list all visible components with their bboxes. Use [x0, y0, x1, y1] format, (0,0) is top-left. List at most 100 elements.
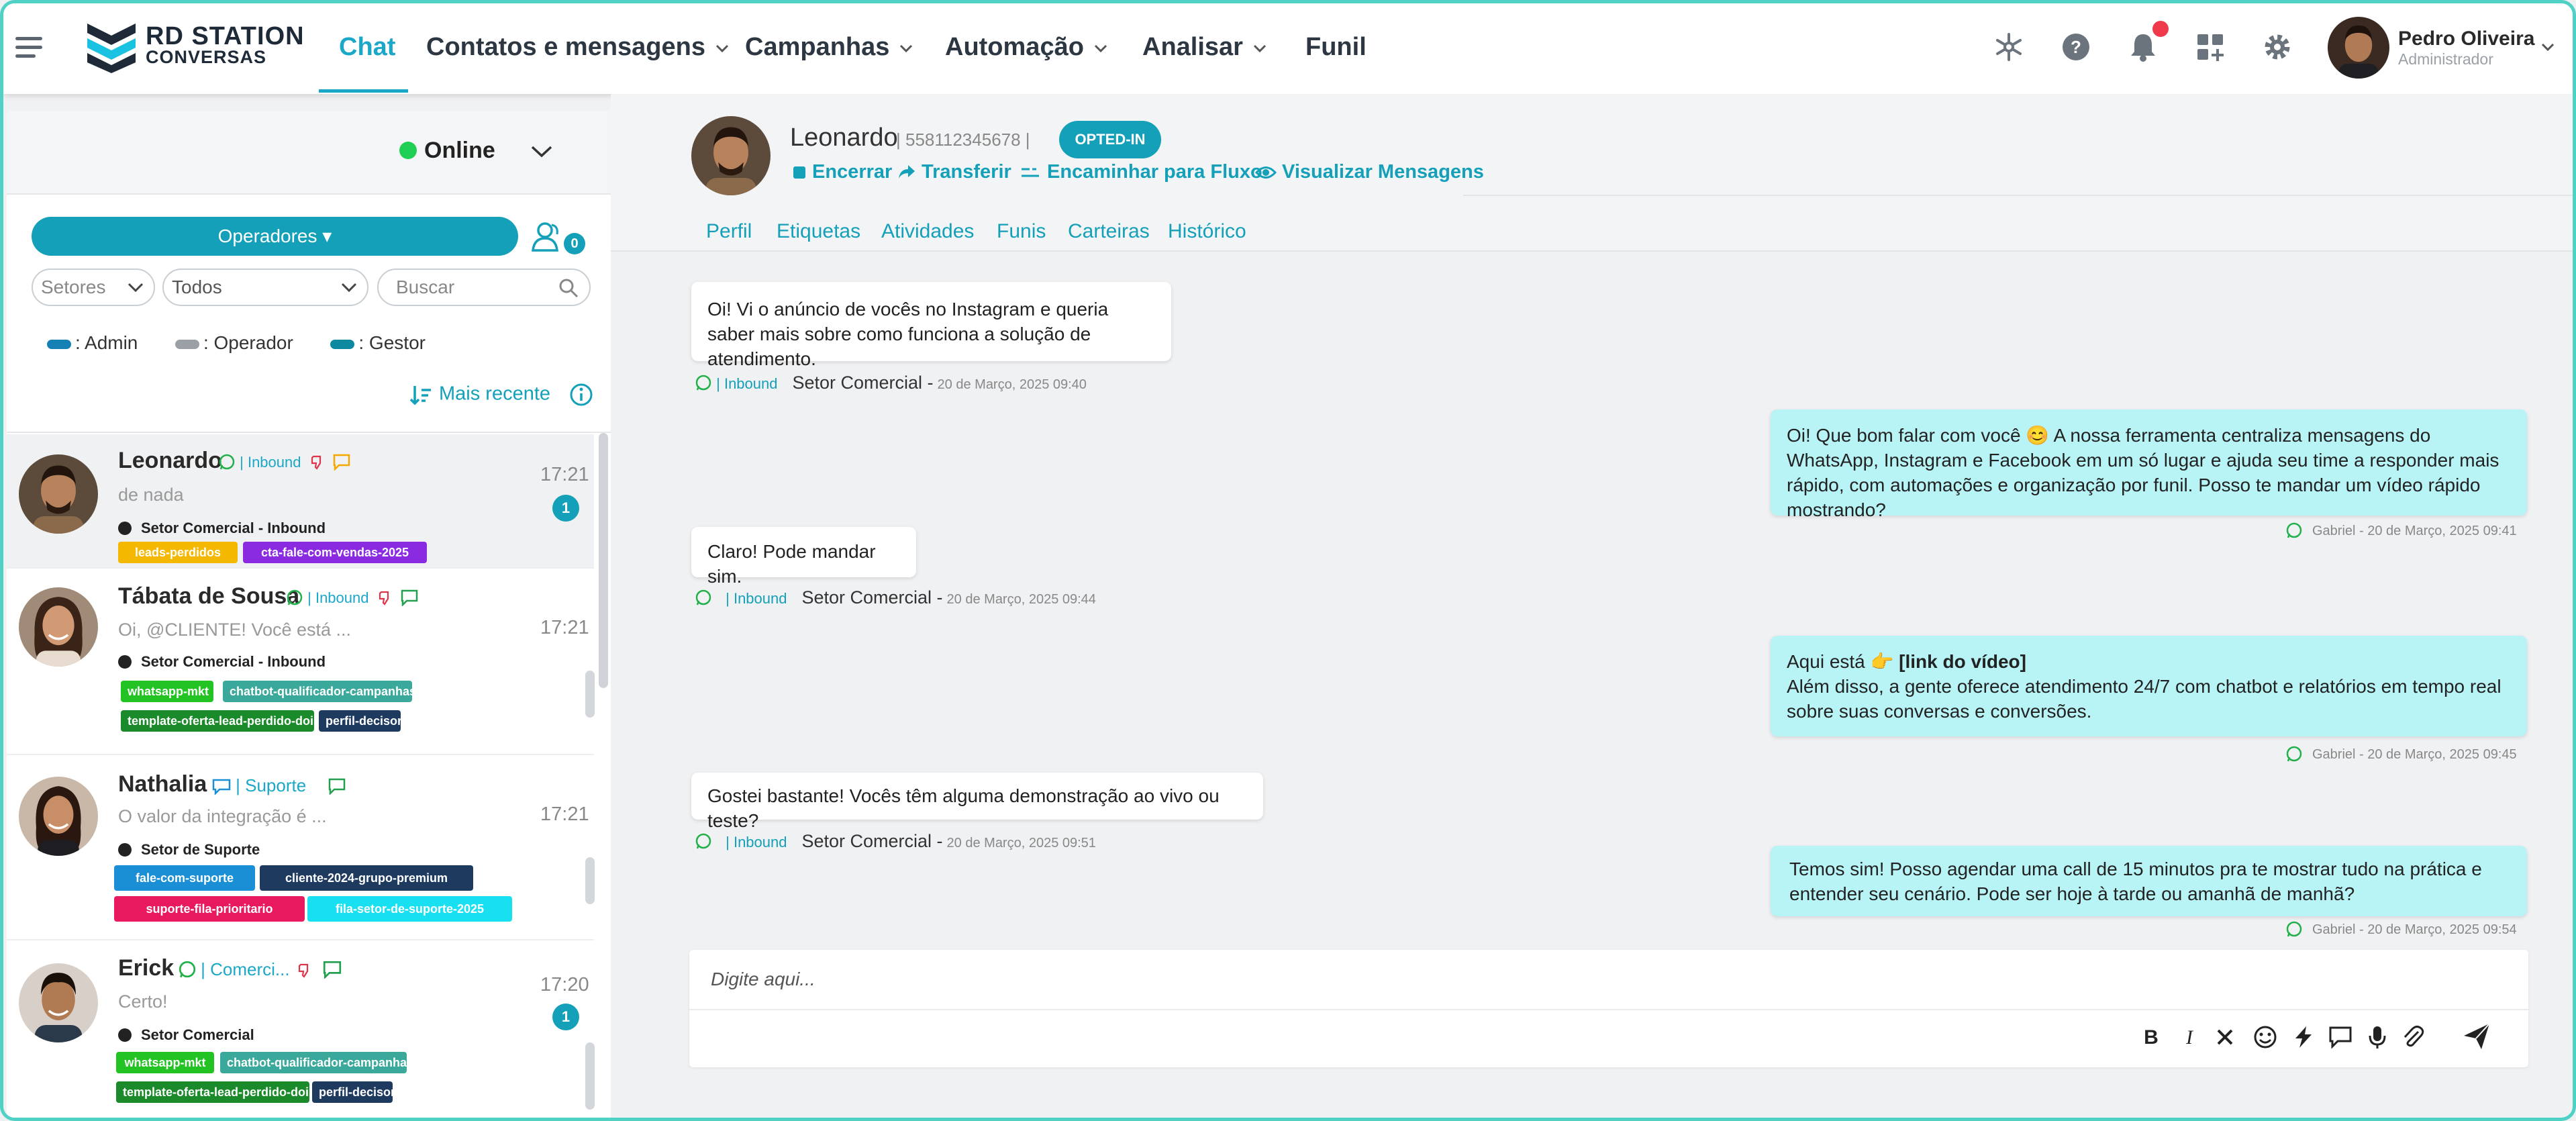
strikethrough-icon[interactable] [2212, 1024, 2238, 1051]
bell-icon[interactable] [2126, 30, 2160, 64]
info-icon[interactable] [569, 383, 593, 407]
comment-icon[interactable] [2327, 1024, 2354, 1051]
view-messages-button[interactable]: Visualizar Mensagens [1255, 161, 1484, 183]
nav-campanhas[interactable]: Campanhas [745, 32, 913, 62]
contact-name: Erick [118, 955, 175, 981]
tab-atividades[interactable]: Atividades [881, 220, 974, 243]
nav-chat[interactable]: Chat [339, 32, 395, 62]
tag-chip[interactable]: leads-perdidos [118, 542, 238, 563]
tag-chip[interactable]: perfil-decisor [319, 710, 402, 732]
composer-placeholder[interactable]: Digite aqui... [711, 969, 815, 990]
nav-automacao[interactable]: Automação [945, 32, 1108, 62]
tag-chip[interactable]: fale-com-suporte [114, 865, 255, 891]
message-outbound: Temos sim! Posso agendar uma call de 15 … [1771, 846, 2527, 916]
tag-chip[interactable]: whatsapp-mkt [116, 1052, 214, 1073]
message-inbound: Gostei bastante! Vocês têm alguma demons… [691, 773, 1263, 831]
sort-icon [409, 386, 431, 405]
tag-chip[interactable]: fila-setor-de-suporte-2025 [307, 896, 512, 922]
gear-icon[interactable] [2261, 30, 2294, 64]
contact-item-nathalia[interactable]: Nathalia | Suporte O valor da integração… [7, 757, 595, 940]
logo-text-line2: CONVERSAS [146, 47, 267, 67]
message-sector: Setor Comercial - [801, 831, 943, 851]
message-text: Gostei bastante! Vocês têm alguma demons… [707, 785, 1220, 831]
rd-station-logo [87, 23, 136, 73]
chevron-down-icon [715, 44, 729, 53]
send-icon[interactable] [2461, 1021, 2492, 1052]
tag-chip[interactable]: suporte-fila-prioritario [114, 896, 305, 922]
scrollbar-thumb[interactable] [585, 671, 595, 718]
chevron-down-icon [341, 283, 357, 293]
chat-bubble-icon [323, 961, 341, 979]
message-date: 20 de Março, 2025 09:40 [937, 377, 1087, 392]
app-window: RD STATION CONVERSAS Chat Contatos e men… [0, 0, 2576, 1121]
add-widget-icon[interactable] [2193, 30, 2227, 64]
tab-carteiras[interactable]: Carteiras [1068, 220, 1150, 243]
tag-chip[interactable]: cliente-2024-grupo-premium [260, 865, 473, 891]
bold-icon[interactable]: B [2138, 1024, 2165, 1051]
tag-chip[interactable]: whatsapp-mkt [121, 681, 213, 702]
tag-chip[interactable]: chatbot-qualificador-campanhas [223, 681, 416, 702]
message-composer[interactable]: Digite aqui... B I [689, 950, 2528, 1067]
transfer-button[interactable]: Transferir [897, 161, 1011, 183]
avatar [19, 777, 98, 856]
sectors-select[interactable]: Setores [32, 269, 155, 306]
lightning-icon[interactable] [2290, 1024, 2317, 1051]
type-select-value: Todos [172, 277, 222, 297]
contact-channel: | Comerci... [178, 959, 342, 980]
tab-etiquetas[interactable]: Etiquetas [777, 220, 860, 243]
chevron-down-icon[interactable] [2540, 42, 2555, 52]
contact-preview: O valor da integração é ... [118, 806, 327, 826]
italic-icon[interactable]: I [2176, 1024, 2203, 1051]
message-link[interactable]: [link do vídeo] [1899, 651, 2026, 672]
users-icon[interactable] [530, 220, 564, 253]
operators-dropdown[interactable]: Operadores ▾ [32, 217, 518, 256]
nav-contatos[interactable]: Contatos e mensagens [426, 32, 730, 62]
chat-bubble-icon [333, 454, 350, 471]
nav-automacao-label: Automação [945, 33, 1084, 61]
microphone-icon[interactable] [2364, 1024, 2391, 1051]
contact-preview: de nada [118, 485, 184, 505]
forward-flow-button[interactable]: Encaminhar para Fluxo [1020, 161, 1262, 183]
nav-funil[interactable]: Funil [1305, 32, 1367, 62]
contact-name: Nathalia [118, 771, 207, 797]
menu-icon[interactable] [15, 34, 45, 61]
role-manager-label: : Gestor [358, 332, 426, 353]
help-icon[interactable]: ? [2059, 30, 2093, 64]
chevron-down-icon[interactable] [530, 144, 553, 159]
forward-flow-label: Encaminhar para Fluxo [1047, 161, 1262, 183]
contact-channel: | Suporte [211, 775, 346, 796]
tag-chip[interactable]: chatbot-qualificador-campanhas [220, 1052, 413, 1073]
chevron-down-icon [900, 44, 913, 53]
tag-chip[interactable]: template-oferta-lead-perdido-dois [116, 1081, 315, 1103]
whatsapp-icon [2286, 921, 2302, 937]
type-select[interactable]: Todos [162, 269, 368, 306]
status-selector[interactable]: Online [7, 111, 611, 195]
tag-chip[interactable]: template-oferta-lead-perdido-dois [121, 710, 320, 732]
contact-item-leonardo[interactable]: Leonardo | Inbound de nada 17:21 1 Setor… [7, 434, 594, 569]
contact-item-tabata[interactable]: Tábata de Sousa | Inbound Oi, @CLIENTE! … [7, 570, 595, 755]
end-chat-button[interactable]: Encerrar [792, 161, 892, 183]
thumbs-down-icon [379, 591, 389, 605]
tab-funis[interactable]: Funis [997, 220, 1046, 243]
nav-contatos-label: Contatos e mensagens [426, 33, 705, 61]
sort-selector[interactable]: Mais recente [409, 383, 593, 407]
share-icon [899, 165, 915, 179]
operators-label: Operadores [217, 226, 317, 246]
tab-historico[interactable]: Histórico [1168, 220, 1246, 243]
whatsapp-icon [2286, 522, 2302, 538]
user-avatar[interactable] [2328, 17, 2389, 79]
whatsapp-icon [695, 833, 711, 849]
tag-chip[interactable]: cta-fale-com-vendas-2025 [243, 542, 427, 563]
scrollbar-thumb[interactable] [585, 857, 595, 904]
tag-chip[interactable]: perfil-decisor [312, 1081, 395, 1103]
paperclip-icon[interactable] [2399, 1024, 2426, 1051]
list-scrollbar[interactable] [599, 433, 608, 688]
emoji-icon[interactable] [2252, 1024, 2279, 1051]
scrollbar-thumb[interactable] [585, 1042, 595, 1110]
search-input[interactable]: Buscar [377, 269, 591, 306]
divider [7, 432, 611, 433]
snowflake-icon[interactable] [1992, 30, 2026, 64]
nav-analisar[interactable]: Analisar [1142, 32, 1267, 62]
contact-item-erick[interactable]: Erick | Comerci... Certo! 17:20 1 Setor … [7, 942, 595, 1118]
tab-perfil[interactable]: Perfil [706, 220, 752, 243]
